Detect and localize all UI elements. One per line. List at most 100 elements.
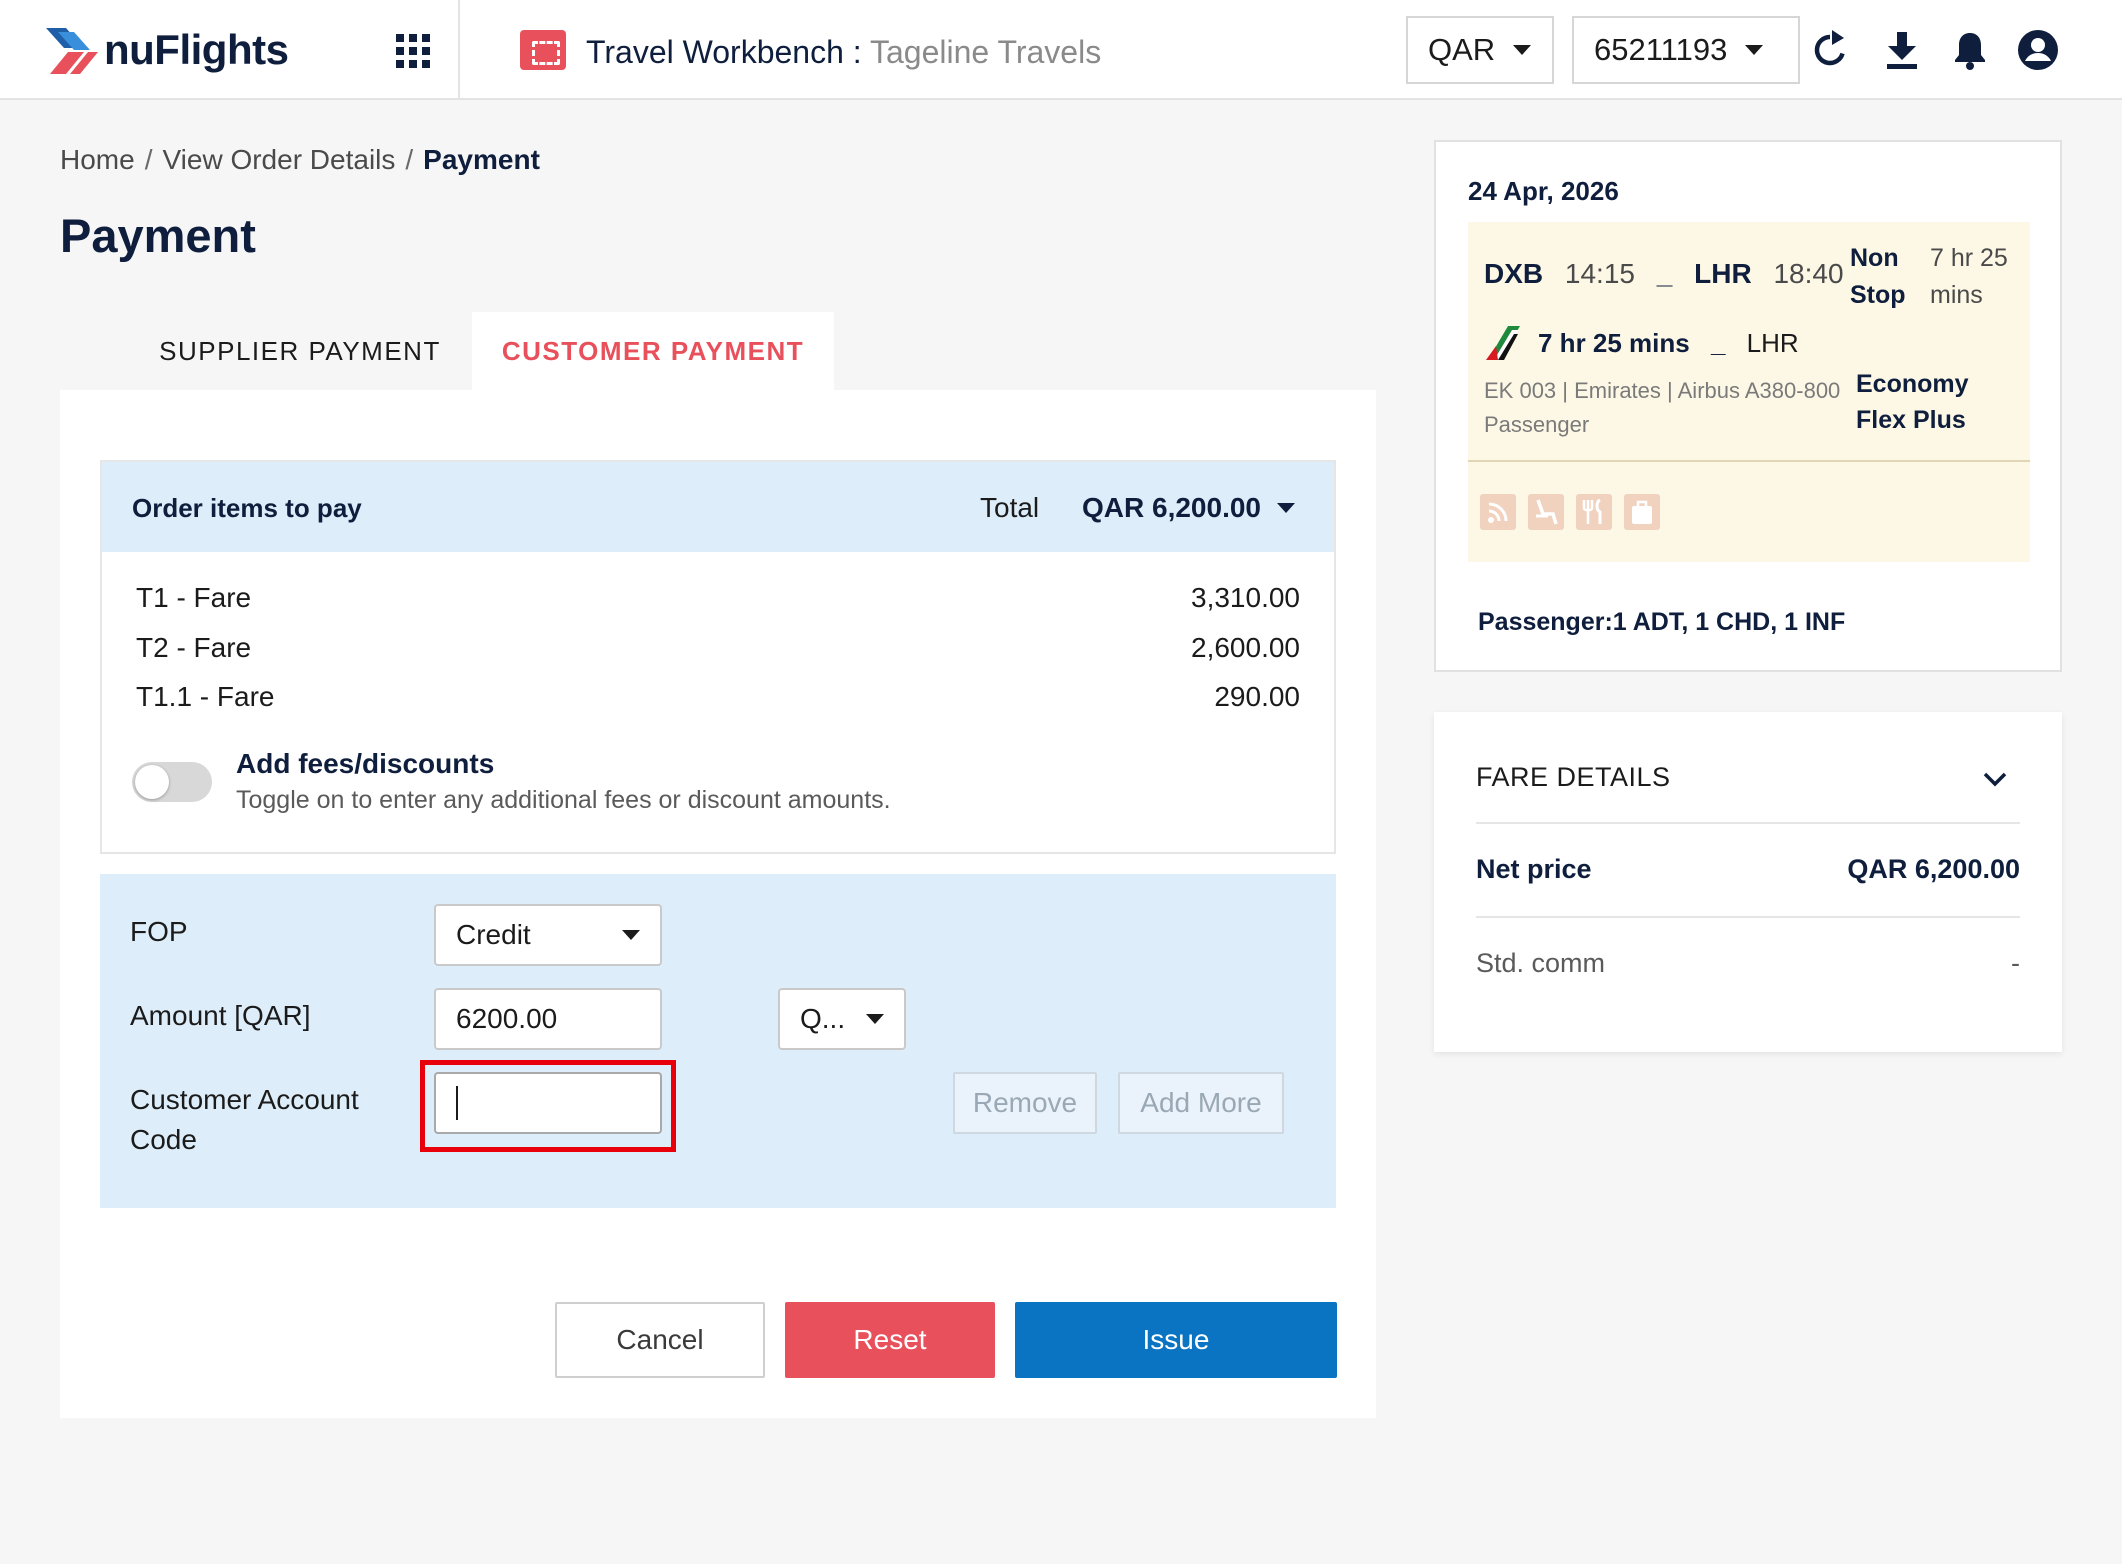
std-comm-value: -	[2011, 948, 2020, 978]
flight-segment: DXB 14:15 _ LHR 18:40 Non Stop 7 hr 25 m…	[1468, 222, 2030, 562]
chevron-down-icon	[1277, 503, 1295, 513]
workbench-title: Travel Workbench : Tageline Travels	[586, 34, 1101, 71]
chevron-down-icon	[866, 1014, 884, 1024]
std-comm-label: Std. comm	[1476, 948, 1606, 978]
total-label: Total	[980, 492, 1040, 523]
chevron-down-icon[interactable]	[1980, 764, 2010, 794]
baggage-icon	[1624, 494, 1660, 530]
reset-button[interactable]: Reset	[785, 1302, 995, 1378]
fare-divider	[1476, 916, 2020, 918]
payment-form: FOP Credit Amount [QAR] 6200.00 Q... Cus…	[100, 874, 1336, 1208]
net-price-value: QAR 6,200.00	[1847, 854, 2020, 884]
segment-divider	[1468, 460, 2030, 462]
order-item-label: T2 - Fare	[136, 632, 252, 663]
stops-line-1: Non	[1850, 244, 1899, 272]
fees-discounts-description: Toggle on to enter any additional fees o…	[236, 786, 891, 814]
download-icon[interactable]	[1880, 28, 1924, 72]
duration-line-2: mins	[1930, 281, 1983, 309]
fees-discounts-toggle[interactable]	[132, 762, 212, 802]
flight-info: EK 003 | Emirates | Airbus A380-800 Pass…	[1484, 378, 1841, 437]
tab-supplier-payment[interactable]: SUPPLIER PAYMENT	[130, 312, 470, 390]
total-duration: 7 hr 25 mins	[1930, 240, 2008, 314]
top-bar: nuFlights Travel Workbench : Tageline Tr…	[0, 0, 2122, 100]
workbench-agency-name: Tageline Travels	[869, 34, 1102, 70]
order-item-amount: 2,600.00	[1191, 632, 1300, 663]
departure-time: 14:15	[1564, 258, 1635, 289]
chevron-down-icon	[1513, 45, 1532, 55]
destination-code: LHR	[1694, 258, 1752, 289]
fop-select-value: Credit	[456, 919, 531, 950]
bell-icon[interactable]	[1948, 28, 1992, 72]
currency-select-value: QAR	[1428, 32, 1496, 67]
apps-grid-icon[interactable]	[396, 34, 430, 68]
order-item-label: T1.1 - Fare	[136, 681, 275, 712]
net-price-row: Net price QAR 6,200.00	[1476, 854, 2020, 885]
customer-payment-panel: Order items to pay Total QAR 6,200.00 T1…	[60, 390, 1376, 1418]
cabin-class: Economy Flex Plus	[1856, 366, 1969, 438]
amount-currency-select[interactable]: Q...	[778, 988, 906, 1050]
amount-input[interactable]: 6200.00	[434, 988, 662, 1050]
fare-divider	[1476, 822, 2020, 824]
flight-summary-card: 24 Apr, 2026 DXB 14:15 _ LHR 18:40 Non S…	[1434, 140, 2062, 672]
duration-line-1: 7 hr 25	[1930, 244, 2008, 272]
airline-logo-icon	[1484, 322, 1524, 362]
header-divider	[458, 0, 460, 100]
seat-icon	[1528, 494, 1564, 530]
cabin-line-1: Economy	[1856, 370, 1969, 398]
fees-discounts-title: Add fees/discounts	[236, 748, 495, 779]
customer-account-code-input[interactable]	[434, 1072, 662, 1134]
tab-customer-payment[interactable]: CUSTOMER PAYMENT	[472, 312, 834, 390]
flight-date: 24 Apr, 2026	[1468, 176, 1619, 206]
segment-route: DXB 14:15 _ LHR 18:40	[1484, 258, 1844, 290]
arrival-time: 18:40	[1773, 258, 1844, 289]
refresh-icon[interactable]	[1808, 28, 1852, 72]
add-more-button[interactable]: Add More	[1118, 1072, 1284, 1134]
route-dash: _	[1656, 258, 1673, 289]
fare-details-card: FARE DETAILS Net price QAR 6,200.00 Std.…	[1434, 712, 2062, 1052]
fop-select[interactable]: Credit	[434, 904, 662, 966]
segment-duration: 7 hr 25 mins	[1538, 328, 1690, 358]
text-cursor	[456, 1086, 458, 1120]
logo-text: nuFlights	[104, 26, 289, 73]
order-item-row: T1.1 - Fare 290.00	[136, 681, 1300, 713]
segment-destination: LHR	[1746, 328, 1799, 358]
nuflights-logo-icon	[46, 28, 98, 74]
order-item-amount: 3,310.00	[1191, 582, 1300, 613]
std-comm-row: Std. comm -	[1476, 948, 2020, 979]
breadcrumb-separator: /	[405, 144, 414, 175]
passenger-summary: Passenger:1 ADT, 1 CHD, 1 INF	[1478, 608, 1846, 636]
stops-line-2: Stop	[1850, 281, 1906, 309]
cancel-button[interactable]: Cancel	[555, 1302, 765, 1378]
account-icon[interactable]	[2016, 28, 2060, 72]
order-item-amount: 290.00	[1214, 681, 1300, 712]
amount-input-value: 6200.00	[456, 1003, 558, 1034]
meal-icon	[1576, 494, 1612, 530]
order-items-header: Order items to pay Total QAR 6,200.00	[102, 462, 1334, 552]
workbench-title-text: Travel Workbench :	[586, 34, 862, 70]
account-select[interactable]: 65211193	[1572, 16, 1800, 84]
segment-dash: _	[1710, 328, 1726, 358]
order-items-card: Order items to pay Total QAR 6,200.00 T1…	[100, 460, 1336, 854]
order-item-row: T1 - Fare 3,310.00	[136, 582, 1300, 614]
account-select-value: 65211193	[1594, 32, 1728, 67]
account-code-label: Customer Account Code	[130, 1084, 359, 1155]
issue-button[interactable]: Issue	[1015, 1302, 1337, 1378]
net-price-label: Net price	[1476, 854, 1592, 884]
currency-select[interactable]: QAR	[1406, 16, 1554, 84]
fop-label: FOP	[130, 916, 188, 947]
stops-info: Non Stop	[1850, 240, 1906, 314]
breadcrumb: Home / View Order Details / Payment	[60, 144, 540, 176]
breadcrumb-home[interactable]: Home	[60, 144, 135, 175]
breadcrumb-order-details[interactable]: View Order Details	[162, 144, 395, 175]
nuflights-logo[interactable]: nuFlights	[44, 18, 289, 82]
amount-currency-value: Q...	[800, 1003, 846, 1034]
segment-duration-line: 7 hr 25 mins _ LHR	[1538, 328, 1799, 359]
remove-button[interactable]: Remove	[953, 1072, 1097, 1134]
cabin-line-2: Flex Plus	[1856, 406, 1966, 434]
amount-label: Amount [QAR]	[130, 1000, 311, 1031]
total-value-toggle[interactable]: QAR 6,200.00	[1082, 492, 1295, 524]
chevron-down-icon	[622, 930, 640, 940]
chevron-down-icon	[1745, 45, 1764, 55]
order-item-row: T2 - Fare 2,600.00	[136, 632, 1300, 664]
origin-code: DXB	[1484, 258, 1544, 289]
